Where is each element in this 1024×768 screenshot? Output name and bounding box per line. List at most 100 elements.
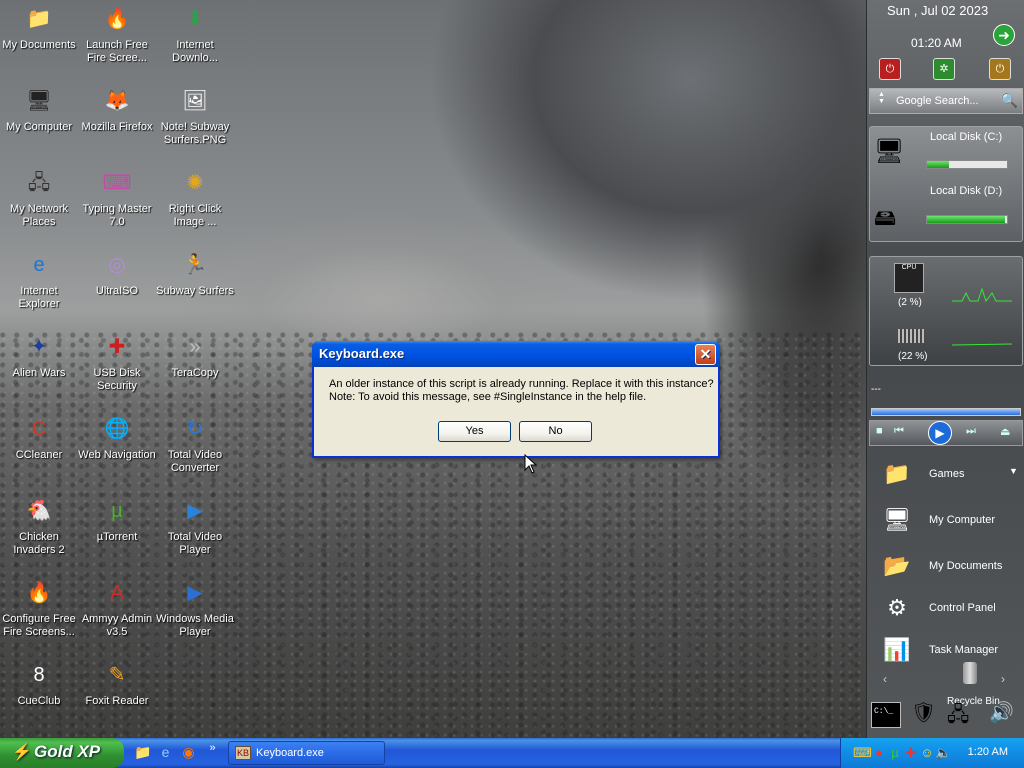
desktop-icon-label: UltraISO bbox=[95, 285, 139, 297]
desktop-icon[interactable]: 🔥 Launch Free Fire Scree... bbox=[78, 2, 156, 65]
sidebar-item-label: Control Panel bbox=[929, 602, 996, 614]
desktop-icon-label: My Network Places bbox=[9, 203, 69, 228]
media-title: --- bbox=[871, 384, 881, 395]
play-icon[interactable]: ▶ bbox=[928, 421, 952, 445]
security-shield-icon[interactable]: 🛡 bbox=[911, 700, 937, 728]
yes-button[interactable]: Yes bbox=[438, 421, 511, 442]
sidebar-item[interactable]: 📊 Task Manager bbox=[873, 630, 1023, 670]
rewind-icon[interactable]: ⏮ bbox=[894, 425, 904, 438]
tray-volume-icon[interactable]: 🔈 bbox=[935, 745, 951, 761]
desktop-icon-label: Subway Surfers bbox=[156, 285, 234, 297]
dialog-message-line2: Note: To avoid this message, see #Single… bbox=[329, 391, 647, 403]
firefox-icon: 🦊 bbox=[104, 90, 130, 112]
desktop-icon[interactable]: ✚ USB Disk Security bbox=[78, 330, 156, 393]
dialog-title: Keyboard.exe bbox=[319, 346, 405, 361]
desktop-icon[interactable]: ✎ Foxit Reader bbox=[78, 658, 156, 708]
google-search-box[interactable]: ▲ ▼ Google Search... 🔍 bbox=[869, 88, 1023, 114]
desktop-icon[interactable]: ▶ Total Video Player bbox=[156, 494, 234, 557]
desktop-icon[interactable]: 📁 My Documents bbox=[0, 2, 78, 52]
sidebar-item[interactable]: 📂 My Documents bbox=[873, 546, 1023, 586]
desktop-icon[interactable]: ⬇ Internet Downlo... bbox=[156, 2, 234, 65]
search-input[interactable]: Google Search... bbox=[896, 95, 979, 107]
keyboard-exe-dialog: Keyboard.exe ✕ An older instance of this… bbox=[312, 341, 720, 458]
desktop-icon[interactable]: ✺ Right Click Image ... bbox=[156, 166, 234, 229]
desktop-icon[interactable]: C CCleaner bbox=[0, 412, 78, 462]
search-icon[interactable]: 🔍 bbox=[1001, 92, 1018, 109]
go-arrow-icon[interactable]: ➜ bbox=[993, 24, 1015, 46]
desktop-icon[interactable]: ◎ UltraISO bbox=[78, 248, 156, 298]
dialog-titlebar[interactable]: Keyboard.exe ✕ bbox=[312, 341, 720, 367]
scroll-left-icon[interactable]: ‹ bbox=[883, 672, 887, 686]
desktop-icon-label: Configure Free Fire Screens... bbox=[2, 613, 76, 638]
recycle-bin-icon[interactable] bbox=[963, 662, 977, 684]
desktop-icon[interactable]: ▶ Windows Media Player bbox=[156, 576, 234, 639]
quicklaunch-ie-icon[interactable]: e bbox=[157, 744, 174, 761]
my-computer-icon: 🖥 bbox=[883, 507, 911, 532]
desktop-icon-label: My Computer bbox=[5, 121, 73, 133]
eject-icon[interactable]: ⏏ bbox=[1000, 425, 1010, 438]
close-button[interactable]: ✕ bbox=[695, 344, 716, 365]
desktop-icon[interactable]: 🖧 My Network Places bbox=[0, 166, 78, 229]
desktop-icon[interactable]: 🔥 Configure Free Fire Screens... bbox=[0, 576, 78, 639]
disk-c-label: Local Disk (C:) bbox=[930, 131, 1003, 143]
clock[interactable]: 1:20 AM bbox=[968, 746, 1008, 758]
disk-c-bar bbox=[926, 160, 1008, 169]
tray-ccleaner-icon[interactable]: ● bbox=[871, 745, 887, 761]
restart-icon[interactable]: ✲ bbox=[933, 58, 955, 80]
search-scroll-icon[interactable]: ▲ ▼ bbox=[878, 91, 885, 105]
media-progress-bar[interactable] bbox=[871, 408, 1021, 416]
games-expand-icon[interactable]: ▼ bbox=[1009, 466, 1018, 476]
desktop-icon[interactable]: ✦ Alien Wars bbox=[0, 330, 78, 380]
desktop-icon-label: CCleaner bbox=[15, 449, 63, 461]
quicklaunch-folder-icon[interactable]: 📁 bbox=[134, 744, 151, 761]
sidebar-item-label: My Documents bbox=[929, 560, 1003, 572]
desktop-icon[interactable]: 8 CueClub bbox=[0, 658, 78, 708]
desktop-icon[interactable]: 🐔 Chicken Invaders 2 bbox=[0, 494, 78, 557]
desktop-icon[interactable]: 🦊 Mozilla Firefox bbox=[78, 84, 156, 134]
desktop-icon[interactable]: » TeraCopy bbox=[156, 330, 234, 380]
network-icon[interactable]: 🖧 bbox=[947, 700, 979, 728]
scroll-right-icon[interactable]: › bbox=[1001, 672, 1005, 686]
image-file-icon: 🖼 bbox=[182, 90, 208, 112]
quicklaunch-firefox-icon[interactable]: ◉ bbox=[180, 744, 197, 761]
fire-icon: 🔥 bbox=[104, 8, 130, 30]
fast-forward-icon[interactable]: ⏭ bbox=[966, 425, 976, 438]
start-label: Gold XP bbox=[34, 742, 101, 761]
power-off-icon[interactable]: ⏻ bbox=[879, 58, 901, 80]
logoff-icon[interactable]: ⏻ bbox=[989, 58, 1011, 80]
desktop-icon[interactable]: A Ammyy Admin v3.5 bbox=[78, 576, 156, 639]
dialog-message: An older instance of this script is alre… bbox=[314, 367, 718, 404]
desktop-icon[interactable]: 🌐 Web Navigation bbox=[78, 412, 156, 462]
fire-config-icon: 🔥 bbox=[26, 582, 52, 604]
desktop-icon[interactable]: 🏃 Subway Surfers bbox=[156, 248, 234, 298]
taskbar: ⚡ Gold XP 📁 e ◉ » KB Keyboard.exe ⌨ ● µ … bbox=[0, 738, 1024, 768]
desktop-icon[interactable]: e Internet Explorer bbox=[0, 248, 78, 311]
tray-smiley-icon[interactable]: ☺ bbox=[919, 745, 935, 761]
desktop-icon[interactable]: 🖥 My Computer bbox=[0, 84, 78, 134]
command-prompt-icon[interactable]: C:\_ bbox=[871, 702, 901, 728]
no-button[interactable]: No bbox=[519, 421, 593, 442]
desktop-icon[interactable]: µ µTorrent bbox=[78, 494, 156, 544]
start-button[interactable]: ⚡ Gold XP bbox=[0, 738, 124, 768]
speaker-icon[interactable]: 🔊 bbox=[989, 700, 1019, 728]
tray-shield-icon[interactable]: ✚ bbox=[903, 745, 919, 761]
quicklaunch-more-icon[interactable]: » bbox=[204, 740, 221, 757]
disk-panel: 🖥 Local Disk (C:) 🖴 Local Disk (D:) bbox=[869, 126, 1023, 242]
my-documents-icon: 📁 bbox=[26, 8, 52, 30]
desktop-icon[interactable]: ↻ Total Video Converter bbox=[156, 412, 234, 475]
subway-surfers-icon: 🏃 bbox=[182, 254, 208, 276]
sidebar-item-label: Games bbox=[929, 468, 965, 480]
taskbar-item-keyboard-exe[interactable]: KB Keyboard.exe bbox=[228, 741, 385, 765]
stop-icon[interactable]: ■ bbox=[876, 425, 883, 437]
teracopy-icon: » bbox=[189, 336, 201, 358]
desktop-icon[interactable]: ⌨ Typing Master 7.0 bbox=[78, 166, 156, 229]
start-flag-icon: ⚡ bbox=[12, 744, 32, 761]
sidebar-item[interactable]: 🖥 My Computer bbox=[873, 500, 1023, 540]
tray-utorrent-icon[interactable]: µ bbox=[887, 745, 903, 761]
desktop-icon[interactable]: 🖼 Note! Subway Surfers.PNG bbox=[156, 84, 234, 147]
tray-keyboard-icon[interactable]: ⌨ bbox=[853, 745, 872, 761]
desktop-icon-label: CueClub bbox=[17, 695, 61, 707]
sidebar-item[interactable]: 📁 Games bbox=[873, 454, 1023, 494]
sidebar-item[interactable]: ⚙ Control Panel bbox=[873, 588, 1023, 628]
desktop-icon-label: Chicken Invaders 2 bbox=[13, 531, 65, 556]
